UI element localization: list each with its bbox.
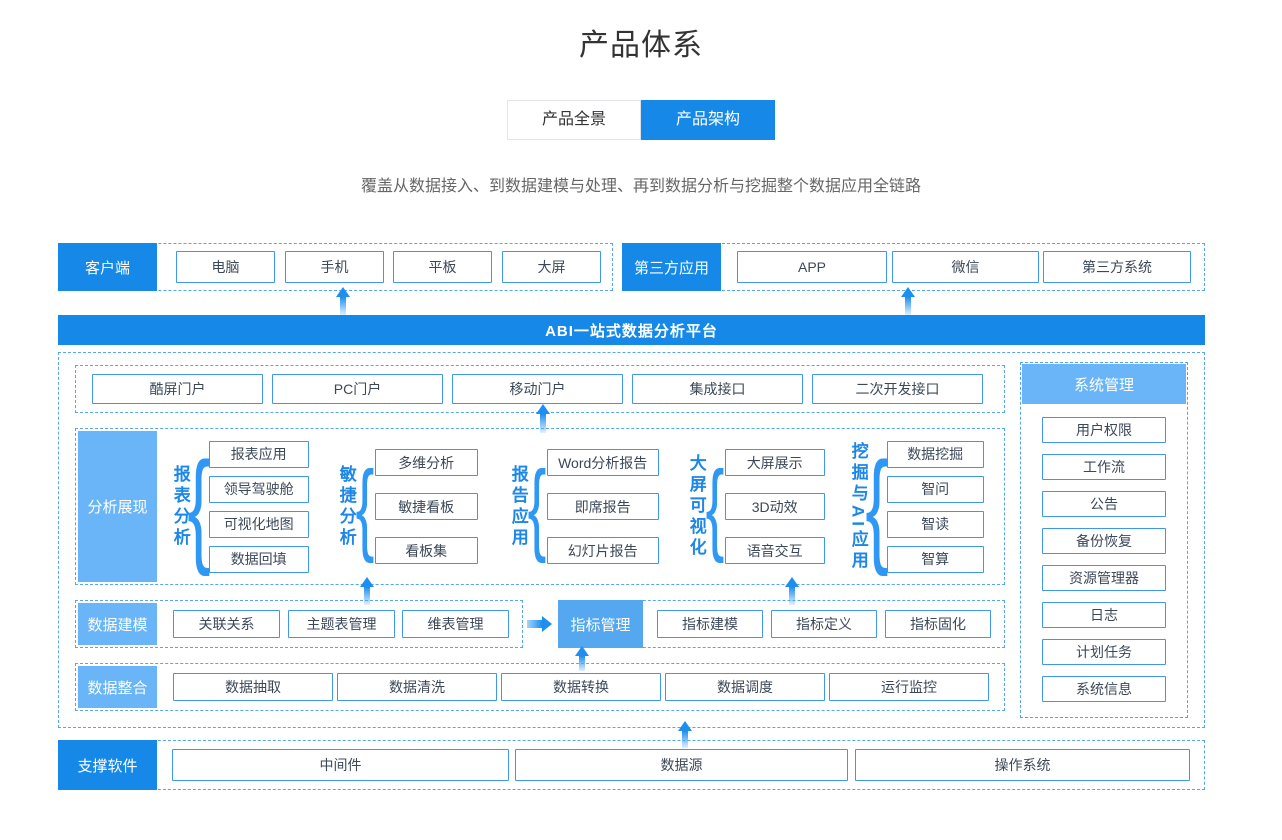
brace-icon: [359, 456, 370, 558]
analysis-item: 报表应用: [209, 441, 309, 468]
group-name-bigscreen-visualization: 大屏可视化: [686, 454, 705, 559]
system-item-backup: 备份恢复: [1042, 528, 1166, 554]
tab-product-architecture[interactable]: 产品架构: [641, 100, 775, 140]
support-row-label: 支撑软件: [58, 740, 157, 790]
analysis-item: 智算: [887, 546, 984, 573]
third-party-item-wechat: 微信: [892, 251, 1039, 283]
analysis-item: 大屏展示: [725, 449, 825, 476]
analysis-item: 可视化地图: [209, 511, 309, 538]
support-item-middleware: 中间件: [172, 749, 509, 781]
analysis-item: 智问: [887, 476, 984, 503]
group-name-report-analysis: 报表分析: [170, 465, 189, 549]
analysis-item: 语音交互: [725, 537, 825, 564]
client-row-label: 客户端: [58, 243, 157, 291]
portal-item-dev-api: 二次开发接口: [812, 374, 983, 404]
third-party-item-app: APP: [737, 251, 887, 283]
group-name-report-application: 报告应用: [508, 465, 527, 549]
tab-product-panorama[interactable]: 产品全景: [507, 100, 641, 140]
metric-item-solidify: 指标固化: [885, 610, 991, 638]
group-name-mining-ai: 挖掘与AI应用: [848, 442, 867, 572]
page-subtitle: 覆盖从数据接入、到数据建模与处理、再到数据分析与挖掘整个数据应用全链路: [0, 172, 1282, 196]
support-item-os: 操作系统: [855, 749, 1190, 781]
portal-item-mobile: 移动门户: [452, 374, 623, 404]
modeling-item-dimension-table: 维表管理: [402, 610, 509, 638]
modeling-row-label: 数据建模: [78, 603, 157, 645]
analysis-group-reporting: 报告应用 Word分析报告 即席报告 幻灯片报告: [508, 428, 659, 585]
system-panel-label: 系统管理: [1022, 364, 1186, 404]
analysis-section-label: 分析展现: [78, 431, 157, 582]
analysis-item: Word分析报告: [547, 449, 659, 476]
portal-item-coolscreen: 酷屏门户: [92, 374, 263, 404]
group-name-agile-analysis: 敏捷分析: [336, 465, 355, 549]
analysis-item: 领导驾驶舱: [209, 476, 309, 503]
brace-icon: [871, 444, 882, 570]
integration-item-transform: 数据转换: [501, 673, 661, 701]
analysis-item: 3D动效: [725, 493, 825, 520]
arrow-up-to-mobile-icon: [336, 287, 350, 315]
brace-icon: [193, 444, 204, 570]
arrow-right-to-metric-icon: [527, 616, 552, 632]
platform-banner: ABI一站式数据分析平台: [58, 315, 1205, 345]
client-item-tablet: 平板: [393, 251, 492, 283]
analysis-item: 即席报告: [547, 493, 659, 520]
system-item-resource-manager: 资源管理器: [1042, 565, 1166, 591]
integration-row-label: 数据整合: [78, 666, 157, 708]
client-item-bigscreen: 大屏: [502, 251, 601, 283]
system-item-workflow: 工作流: [1042, 454, 1166, 480]
analysis-item: 看板集: [375, 537, 478, 564]
system-item-system-info: 系统信息: [1042, 676, 1166, 702]
tab-bar: 产品全景 产品架构: [507, 100, 775, 140]
metric-item-definition: 指标定义: [771, 610, 877, 638]
system-item-scheduled-tasks: 计划任务: [1042, 639, 1166, 665]
support-item-datasource: 数据源: [515, 749, 848, 781]
analysis-group-bigscreen: 大屏可视化 大屏展示 3D动效 语音交互: [686, 428, 825, 585]
system-item-permissions: 用户权限: [1042, 417, 1166, 443]
integration-item-schedule: 数据调度: [665, 673, 825, 701]
integration-item-clean: 数据清洗: [337, 673, 497, 701]
third-party-item-system: 第三方系统: [1043, 251, 1191, 283]
analysis-item: 智读: [887, 511, 984, 538]
metric-item-modeling: 指标建模: [657, 610, 763, 638]
system-item-announcement: 公告: [1042, 491, 1166, 517]
brace-icon: [531, 456, 542, 558]
third-party-row-label: 第三方应用: [622, 243, 721, 291]
portal-item-integration-api: 集成接口: [632, 374, 803, 404]
system-item-log: 日志: [1042, 602, 1166, 628]
page-title: 产品体系: [0, 20, 1282, 64]
analysis-group-mining-ai: 挖掘与AI应用 数据挖掘 智问 智读 智算: [848, 428, 984, 585]
analysis-group-report: 报表分析 报表应用 领导驾驶舱 可视化地图 数据回填: [170, 428, 309, 585]
analysis-item: 数据回填: [209, 546, 309, 573]
analysis-item: 幻灯片报告: [547, 537, 659, 564]
brace-icon: [709, 456, 720, 558]
analysis-item: 数据挖掘: [887, 441, 984, 468]
metric-row-label: 指标管理: [558, 600, 643, 648]
analysis-group-agile: 敏捷分析 多维分析 敏捷看板 看板集: [336, 428, 478, 585]
integration-item-monitor: 运行监控: [829, 673, 989, 701]
client-item-pc: 电脑: [176, 251, 275, 283]
client-item-mobile: 手机: [285, 251, 384, 283]
modeling-item-relation: 关联关系: [173, 610, 280, 638]
arrow-up-to-wechat-icon: [901, 287, 915, 315]
portal-item-pc: PC门户: [272, 374, 443, 404]
modeling-item-subject-table: 主题表管理: [288, 610, 395, 638]
integration-item-extract: 数据抽取: [173, 673, 333, 701]
analysis-item: 敏捷看板: [375, 493, 478, 520]
analysis-item: 多维分析: [375, 449, 478, 476]
